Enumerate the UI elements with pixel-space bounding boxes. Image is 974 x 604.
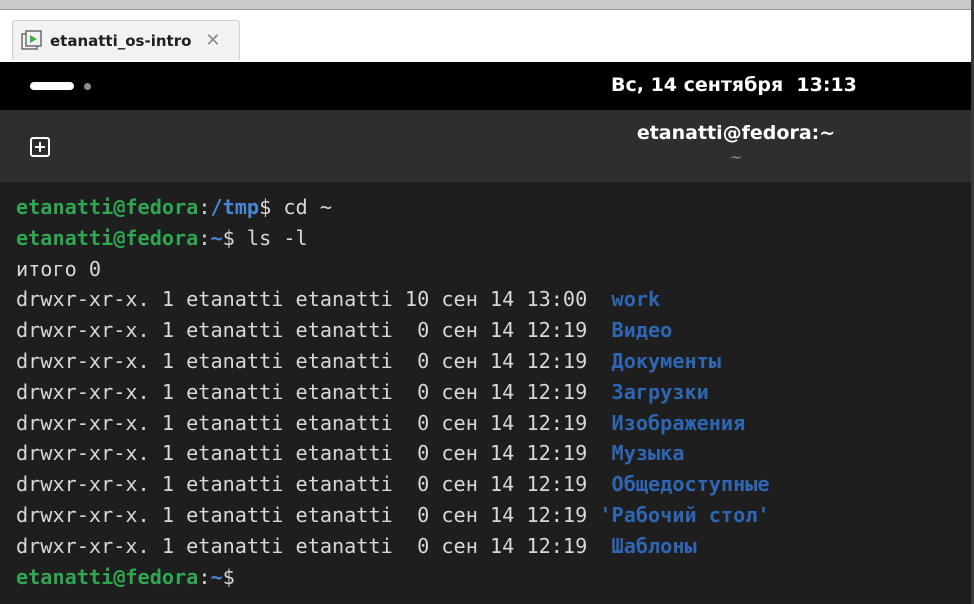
output-text: итого 0 bbox=[16, 256, 102, 281]
activities-indicator[interactable] bbox=[30, 82, 91, 90]
entry-meta: drwxr-xr-x. 1 etanatti etanatti 0 сен 14… bbox=[16, 379, 600, 404]
prompt-line: etanatti@fedora:~$ bbox=[16, 562, 974, 593]
window-subtitle: ~ bbox=[730, 150, 742, 166]
directory-entry: drwxr-xr-x. 1 etanatti etanatti 0 сен 14… bbox=[16, 408, 974, 439]
prompt-path: ~ bbox=[210, 564, 223, 589]
entry-name: Шаблоны bbox=[599, 533, 697, 558]
prompt-path: /tmp bbox=[210, 195, 260, 219]
entry-meta: drwxr-xr-x. 1 etanatti etanatti 0 сен 14… bbox=[16, 348, 600, 373]
entry-meta: drwxr-xr-x. 1 etanatti etanatti 0 сен 14… bbox=[16, 502, 600, 527]
directory-entry: drwxr-xr-x. 1 etanatti etanatti 0 сен 14… bbox=[16, 315, 974, 346]
prompt-symbol: $ bbox=[259, 195, 272, 219]
tab-title: etanatti_os-intro bbox=[50, 31, 192, 50]
prompt-command: ls -l bbox=[234, 225, 308, 250]
entry-name: Общедоступные bbox=[599, 472, 770, 497]
prompt-separator: : bbox=[198, 564, 211, 589]
window-title: etanatti@fedora:~ bbox=[636, 122, 836, 144]
directory-entry: drwxr-xr-x. 1 etanatti etanatti 10 сен 1… bbox=[16, 284, 974, 315]
gnome-top-bar: Вс, 14 сентября 13:13 bbox=[0, 62, 974, 110]
entry-name: Музыка bbox=[599, 441, 685, 466]
prompt-user: etanatti@fedora bbox=[16, 225, 199, 250]
entry-name: Видео bbox=[599, 318, 673, 343]
close-tab-icon[interactable]: ✕ bbox=[205, 31, 220, 50]
prompt-separator: : bbox=[198, 225, 211, 250]
prompt-path: ~ bbox=[210, 225, 223, 250]
directory-entry: drwxr-xr-x. 1 etanatti etanatti 0 сен 14… bbox=[16, 469, 974, 500]
entry-meta: drwxr-xr-x. 1 etanatti etanatti 0 сен 14… bbox=[16, 472, 600, 497]
directory-entry: drwxr-xr-x. 1 etanatti etanatti 0 сен 14… bbox=[16, 531, 974, 562]
prompt-user: etanatti@fedora bbox=[16, 564, 199, 589]
vm-tab-bar: etanatti_os-intro ✕ bbox=[0, 10, 974, 62]
terminal-headerbar: etanatti@fedora:~ ~ bbox=[0, 110, 974, 182]
entry-name: Изображения bbox=[599, 410, 746, 435]
prompt-symbol: $ bbox=[222, 564, 235, 589]
entry-meta: drwxr-xr-x. 1 etanatti etanatti 0 сен 14… bbox=[16, 533, 600, 558]
prompt-symbol: $ bbox=[222, 225, 235, 250]
entry-name: Документы bbox=[599, 348, 721, 373]
workspace-dot bbox=[84, 82, 91, 90]
prompt-line: etanatti@fedora:/tmp$ cd ~ bbox=[16, 192, 974, 223]
entry-meta: drwxr-xr-x. 1 etanatti etanatti 0 сен 14… bbox=[16, 318, 600, 343]
entry-meta: drwxr-xr-x. 1 etanatti etanatti 0 сен 14… bbox=[16, 441, 600, 466]
directory-entry: drwxr-xr-x. 1 etanatti etanatti 0 сен 14… bbox=[16, 346, 974, 377]
workspace-active-pill bbox=[30, 82, 74, 90]
output-line: итого 0 bbox=[16, 254, 974, 285]
terminal-output[interactable]: etanatti@fedora:/tmp$ cd ~ etanatti@fedor… bbox=[0, 182, 974, 604]
entry-meta: drwxr-xr-x. 1 etanatti etanatti 10 сен 1… bbox=[16, 287, 600, 312]
entry-name: 'Рабочий стол' bbox=[599, 502, 770, 527]
prompt-command: cd ~ bbox=[271, 195, 333, 219]
directory-entry: drwxr-xr-x. 1 etanatti etanatti 0 сен 14… bbox=[16, 377, 974, 408]
directory-entry: drwxr-xr-x. 1 etanatti etanatti 0 сен 14… bbox=[16, 438, 974, 469]
entry-name: work bbox=[599, 287, 661, 312]
vm-tab[interactable]: etanatti_os-intro ✕ bbox=[12, 20, 240, 60]
window-top-border bbox=[0, 0, 974, 10]
clock[interactable]: Вс, 14 сентября 13:13 bbox=[611, 74, 857, 96]
prompt-separator: : bbox=[198, 195, 211, 219]
prompt-line: etanatti@fedora:~$ ls -l bbox=[16, 223, 974, 254]
entry-name: Загрузки bbox=[599, 379, 709, 404]
directory-entry: drwxr-xr-x. 1 etanatti etanatti 0 сен 14… bbox=[16, 500, 974, 531]
virtual-machine-icon bbox=[21, 29, 43, 52]
prompt-user: etanatti@fedora bbox=[16, 195, 199, 219]
entry-meta: drwxr-xr-x. 1 etanatti etanatti 0 сен 14… bbox=[16, 410, 600, 435]
